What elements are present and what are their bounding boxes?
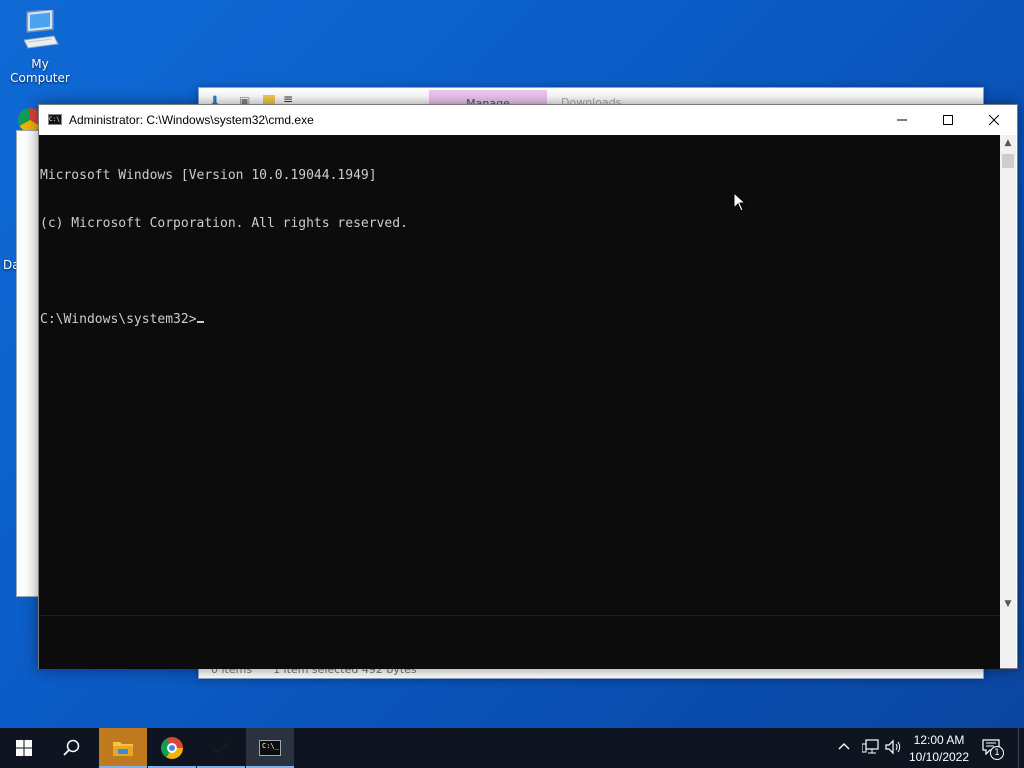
- text-cursor: [196, 321, 204, 323]
- console-lower-area: [39, 615, 1000, 669]
- taskbar-tool-app[interactable]: [197, 728, 245, 768]
- network-icon: [861, 739, 879, 754]
- close-button[interactable]: [971, 105, 1017, 135]
- search-button[interactable]: [48, 728, 96, 768]
- computer-icon: [23, 8, 59, 49]
- taskbar-file-explorer[interactable]: [99, 728, 147, 768]
- start-button[interactable]: [0, 728, 48, 768]
- cmd-icon: C:\_: [259, 740, 281, 756]
- taskbar: C:\_ 12:00 AM 10/10/2022 1: [0, 728, 1024, 768]
- desktop-icon-label: My Computer: [10, 57, 70, 85]
- console-area[interactable]: Microsoft Windows [Version 10.0.19044.19…: [39, 135, 1000, 669]
- network-tray-button[interactable]: [861, 739, 880, 758]
- action-center-button[interactable]: 1: [982, 738, 1006, 760]
- vertical-scrollbar[interactable]: ▲ ▼: [1000, 135, 1016, 668]
- maximize-icon: [943, 115, 953, 125]
- close-icon: [989, 115, 999, 125]
- console-prompt: C:\Windows\system32>: [40, 312, 197, 327]
- cmd-app-icon: C:\: [48, 114, 62, 125]
- desktop-icon-my-computer[interactable]: My Computer: [0, 8, 80, 85]
- scroll-up-arrow-icon[interactable]: ▲: [1000, 135, 1016, 151]
- cmd-titlebar[interactable]: C:\ Administrator: C:\Windows\system32\c…: [39, 105, 1017, 135]
- clock-time: 12:00 AM: [913, 733, 965, 747]
- chevron-up-icon: [838, 743, 850, 750]
- clock-button[interactable]: 12:00 AM 10/10/2022: [906, 731, 972, 765]
- cmd-window[interactable]: C:\ Administrator: C:\Windows\system32\c…: [38, 104, 1018, 669]
- volume-tray-button[interactable]: [885, 739, 903, 758]
- notification-badge: 1: [990, 746, 1004, 760]
- start-icon: [16, 740, 32, 756]
- tool-icon: [212, 742, 230, 754]
- minimize-icon: [897, 119, 907, 121]
- search-icon: [63, 739, 80, 756]
- show-hidden-icons-button[interactable]: [838, 740, 850, 754]
- clock-date: 10/10/2022: [908, 750, 970, 764]
- cmd-window-title: Administrator: C:\Windows\system32\cmd.e…: [69, 113, 314, 127]
- console-output[interactable]: Microsoft Windows [Version 10.0.19044.19…: [40, 136, 408, 360]
- console-line: Microsoft Windows [Version 10.0.19044.19…: [40, 168, 377, 183]
- taskbar-cmd[interactable]: C:\_: [246, 728, 294, 768]
- scrollbar-thumb[interactable]: [1002, 154, 1014, 168]
- console-prompt-line[interactable]: C:\Windows\system32>: [40, 312, 408, 328]
- file-explorer-icon: [113, 742, 133, 756]
- show-desktop-button[interactable]: [1018, 728, 1024, 768]
- console-line: (c) Microsoft Corporation. All rights re…: [40, 216, 408, 231]
- scroll-down-arrow-icon[interactable]: ▼: [1000, 596, 1016, 612]
- minimize-button[interactable]: [879, 105, 925, 135]
- maximize-button[interactable]: [925, 105, 971, 135]
- taskbar-chrome[interactable]: [148, 728, 196, 768]
- speaker-icon: [885, 739, 901, 755]
- mouse-pointer-icon: [733, 192, 747, 212]
- chrome-icon: [161, 737, 183, 759]
